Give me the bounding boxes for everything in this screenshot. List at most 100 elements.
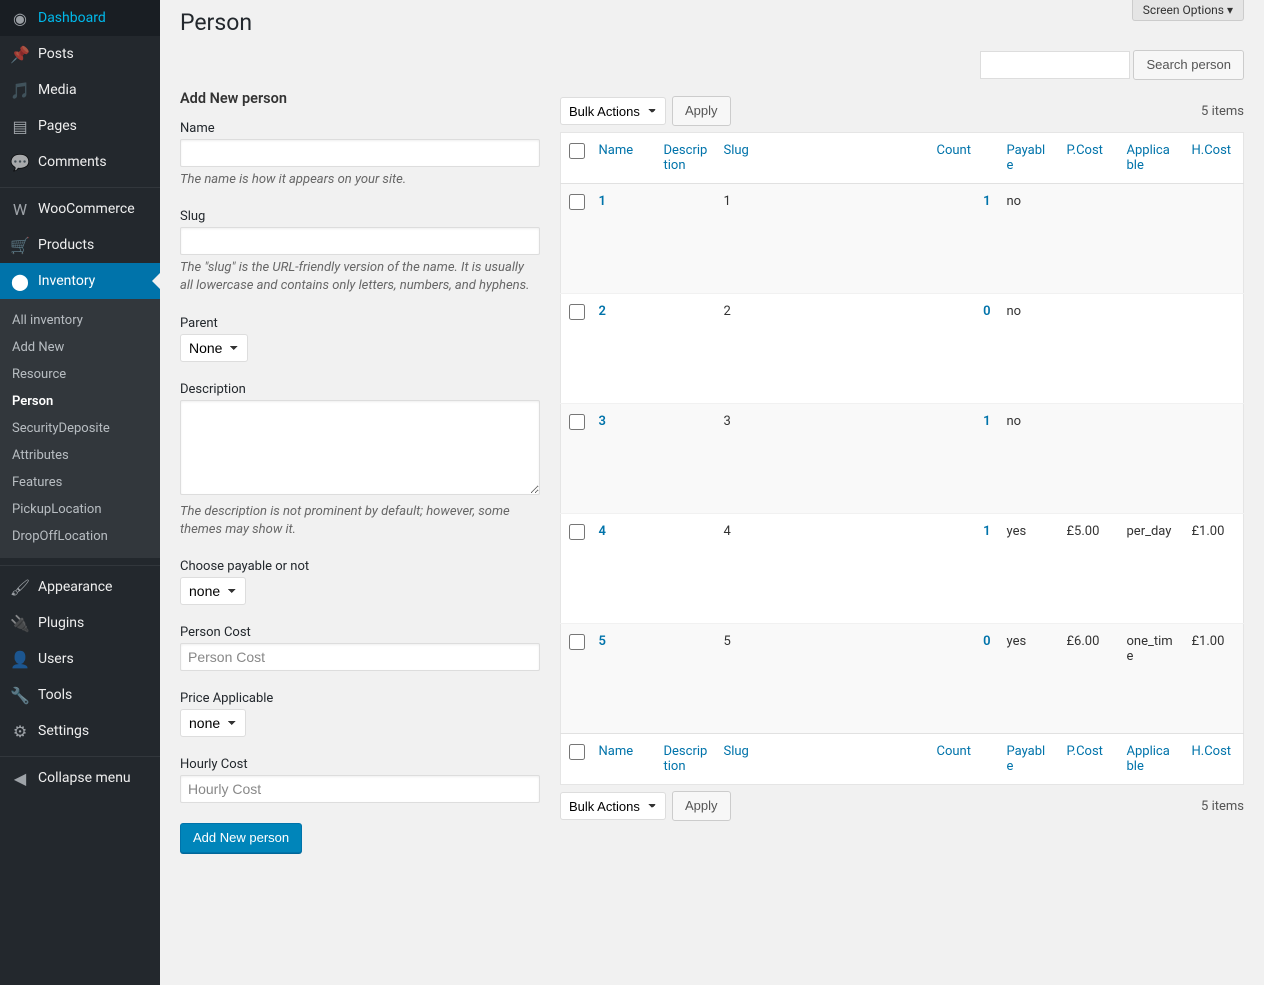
search-input[interactable]	[980, 51, 1130, 79]
submenu-item-securitydeposite[interactable]: SecurityDeposite	[0, 415, 160, 442]
col-header-desc[interactable]: Description	[656, 133, 716, 184]
col-header-app[interactable]: Applicable	[1119, 734, 1184, 785]
screen-options-toggle[interactable]: Screen Options ▾	[1132, 0, 1244, 21]
bulk-apply-top[interactable]: Apply	[672, 96, 731, 126]
col-header-app[interactable]: Applicable	[1119, 133, 1184, 184]
name-label: Name	[180, 121, 540, 136]
menu-item-tools[interactable]: 🔧Tools	[0, 677, 160, 713]
menu-item-posts[interactable]: 📌 Posts	[0, 36, 160, 72]
plug-icon: 🔌	[10, 613, 30, 633]
cell-name[interactable]: 5	[591, 624, 656, 734]
col-header-count[interactable]: Count	[929, 133, 999, 184]
payable-select[interactable]: none	[180, 577, 246, 605]
col-header-pcost[interactable]: P.Cost	[1059, 133, 1119, 184]
col-header-name[interactable]: Name	[591, 734, 656, 785]
row-checkbox[interactable]	[569, 194, 585, 210]
table-row: 220no	[561, 294, 1244, 404]
menu-item-settings[interactable]: ⚙Settings	[0, 713, 160, 749]
bulk-actions-select-bottom[interactable]: Bulk Actions	[560, 792, 666, 820]
submenu-item-all-inventory[interactable]: All inventory	[0, 307, 160, 334]
submenu-item-features[interactable]: Features	[0, 469, 160, 496]
row-checkbox[interactable]	[569, 634, 585, 650]
col-header-name[interactable]: Name	[591, 133, 656, 184]
cell-name[interactable]: 1	[591, 184, 656, 294]
cell-payable: no	[999, 404, 1059, 514]
settings-icon: ⚙	[10, 721, 30, 741]
pin-icon: 📌	[10, 44, 30, 64]
search-button[interactable]: Search person	[1133, 50, 1244, 80]
cart-icon: 🛒	[10, 235, 30, 255]
submenu-item-pickuplocation[interactable]: PickupLocation	[0, 496, 160, 523]
select-all-top[interactable]	[569, 143, 585, 159]
cell-app	[1119, 404, 1184, 514]
hourly-cost-input[interactable]	[180, 775, 540, 803]
cell-desc	[656, 624, 716, 734]
cell-slug: 3	[716, 404, 929, 514]
menu-item-plugins[interactable]: 🔌Plugins	[0, 605, 160, 641]
submenu-item-resource[interactable]: Resource	[0, 361, 160, 388]
menu-label: Collapse menu	[38, 770, 131, 786]
name-input[interactable]	[180, 139, 540, 167]
row-checkbox[interactable]	[569, 304, 585, 320]
col-header-hcost[interactable]: H.Cost	[1184, 734, 1244, 785]
cell-pcost	[1059, 184, 1119, 294]
cell-slug: 4	[716, 514, 929, 624]
col-header-slug[interactable]: Slug	[716, 133, 929, 184]
description-input[interactable]	[180, 400, 540, 495]
cell-pcost: £5.00	[1059, 514, 1119, 624]
form-title: Add New person	[180, 90, 540, 107]
cell-pcost: £6.00	[1059, 624, 1119, 734]
menu-item-dashboard[interactable]: ◉Dashboard	[0, 0, 160, 36]
menu-item-media[interactable]: 🎵Media	[0, 72, 160, 108]
slug-label: Slug	[180, 209, 540, 224]
submit-button[interactable]: Add New person	[180, 823, 302, 853]
bulk-apply-bottom[interactable]: Apply	[672, 791, 731, 821]
col-header-hcost[interactable]: H.Cost	[1184, 133, 1244, 184]
col-header-payable[interactable]: Payable	[999, 133, 1059, 184]
cell-count: 1	[929, 404, 999, 514]
col-header-slug[interactable]: Slug	[716, 734, 929, 785]
row-checkbox[interactable]	[569, 414, 585, 430]
cell-count: 1	[929, 514, 999, 624]
submenu-item-dropofflocation[interactable]: DropOffLocation	[0, 523, 160, 550]
parent-select[interactable]: None	[180, 334, 248, 362]
table-row: 111no	[561, 184, 1244, 294]
col-header-pcost[interactable]: P.Cost	[1059, 734, 1119, 785]
cell-count: 0	[929, 294, 999, 404]
row-checkbox[interactable]	[569, 524, 585, 540]
col-header-count[interactable]: Count	[929, 734, 999, 785]
menu-label: Users	[38, 651, 74, 667]
item-count-top: 5 items	[1201, 104, 1244, 119]
menu-item-collapse-menu[interactable]: ◀Collapse menu	[0, 760, 160, 796]
person-cost-label: Person Cost	[180, 625, 540, 640]
dashboard-icon: ◉	[10, 8, 30, 28]
bulk-actions-select-top[interactable]: Bulk Actions	[560, 97, 666, 125]
menu-item-pages[interactable]: ▤Pages	[0, 108, 160, 144]
wrench-icon: 🔧	[10, 685, 30, 705]
cell-app: one_time	[1119, 624, 1184, 734]
cell-app	[1119, 184, 1184, 294]
menu-item-inventory[interactable]: ⬤Inventory	[0, 263, 160, 299]
price-applicable-select[interactable]: none	[180, 709, 246, 737]
woo-icon: W	[10, 199, 30, 219]
col-header-desc[interactable]: Description	[656, 734, 716, 785]
menu-item-products[interactable]: 🛒Products	[0, 227, 160, 263]
cell-desc	[656, 184, 716, 294]
menu-label: Pages	[38, 118, 77, 134]
cell-name[interactable]: 3	[591, 404, 656, 514]
menu-item-woocommerce[interactable]: WWooCommerce	[0, 191, 160, 227]
slug-input[interactable]	[180, 227, 540, 255]
submenu-item-add-new[interactable]: Add New	[0, 334, 160, 361]
submenu-item-person[interactable]: Person	[0, 388, 160, 415]
menu-item-appearance[interactable]: 🖌Appearance	[0, 569, 160, 605]
submenu-item-attributes[interactable]: Attributes	[0, 442, 160, 469]
menu-label: Posts	[38, 46, 74, 62]
menu-item-comments[interactable]: 💬Comments	[0, 144, 160, 180]
select-all-bottom[interactable]	[569, 744, 585, 760]
menu-item-users[interactable]: 👤Users	[0, 641, 160, 677]
cell-name[interactable]: 4	[591, 514, 656, 624]
col-header-payable[interactable]: Payable	[999, 734, 1059, 785]
cell-pcost	[1059, 404, 1119, 514]
cell-name[interactable]: 2	[591, 294, 656, 404]
person-cost-input[interactable]	[180, 643, 540, 671]
